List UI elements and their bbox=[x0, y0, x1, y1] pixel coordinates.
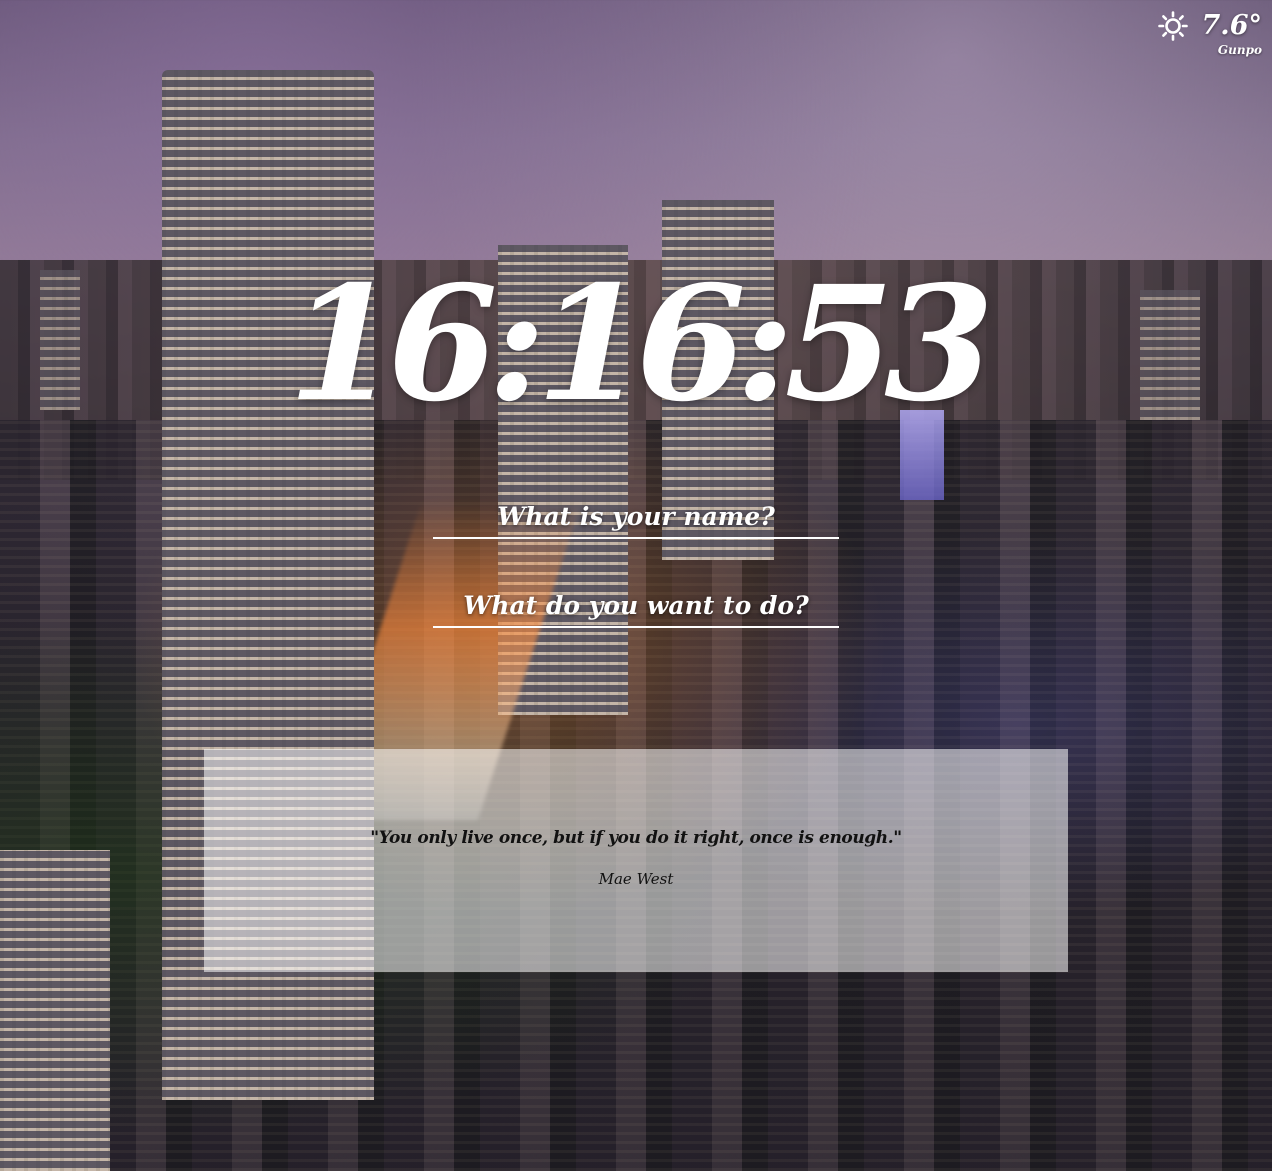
sun-icon bbox=[1157, 10, 1188, 41]
clock: 16:16:53 bbox=[287, 252, 994, 437]
name-input[interactable] bbox=[433, 498, 839, 537]
quote-text: "You only live once, but if you do it ri… bbox=[370, 828, 902, 848]
quote-card: "You only live once, but if you do it ri… bbox=[204, 749, 1068, 972]
todo-input[interactable] bbox=[433, 587, 839, 626]
weather-location: Gunpo bbox=[1217, 43, 1262, 57]
name-field bbox=[433, 498, 839, 539]
todo-field bbox=[433, 587, 839, 628]
quote-author: Mae West bbox=[598, 870, 674, 888]
background-building bbox=[0, 850, 110, 1171]
weather-widget[interactable]: 7.6° Gunpo bbox=[1157, 10, 1262, 57]
temperature: 7.6° bbox=[1201, 10, 1262, 41]
